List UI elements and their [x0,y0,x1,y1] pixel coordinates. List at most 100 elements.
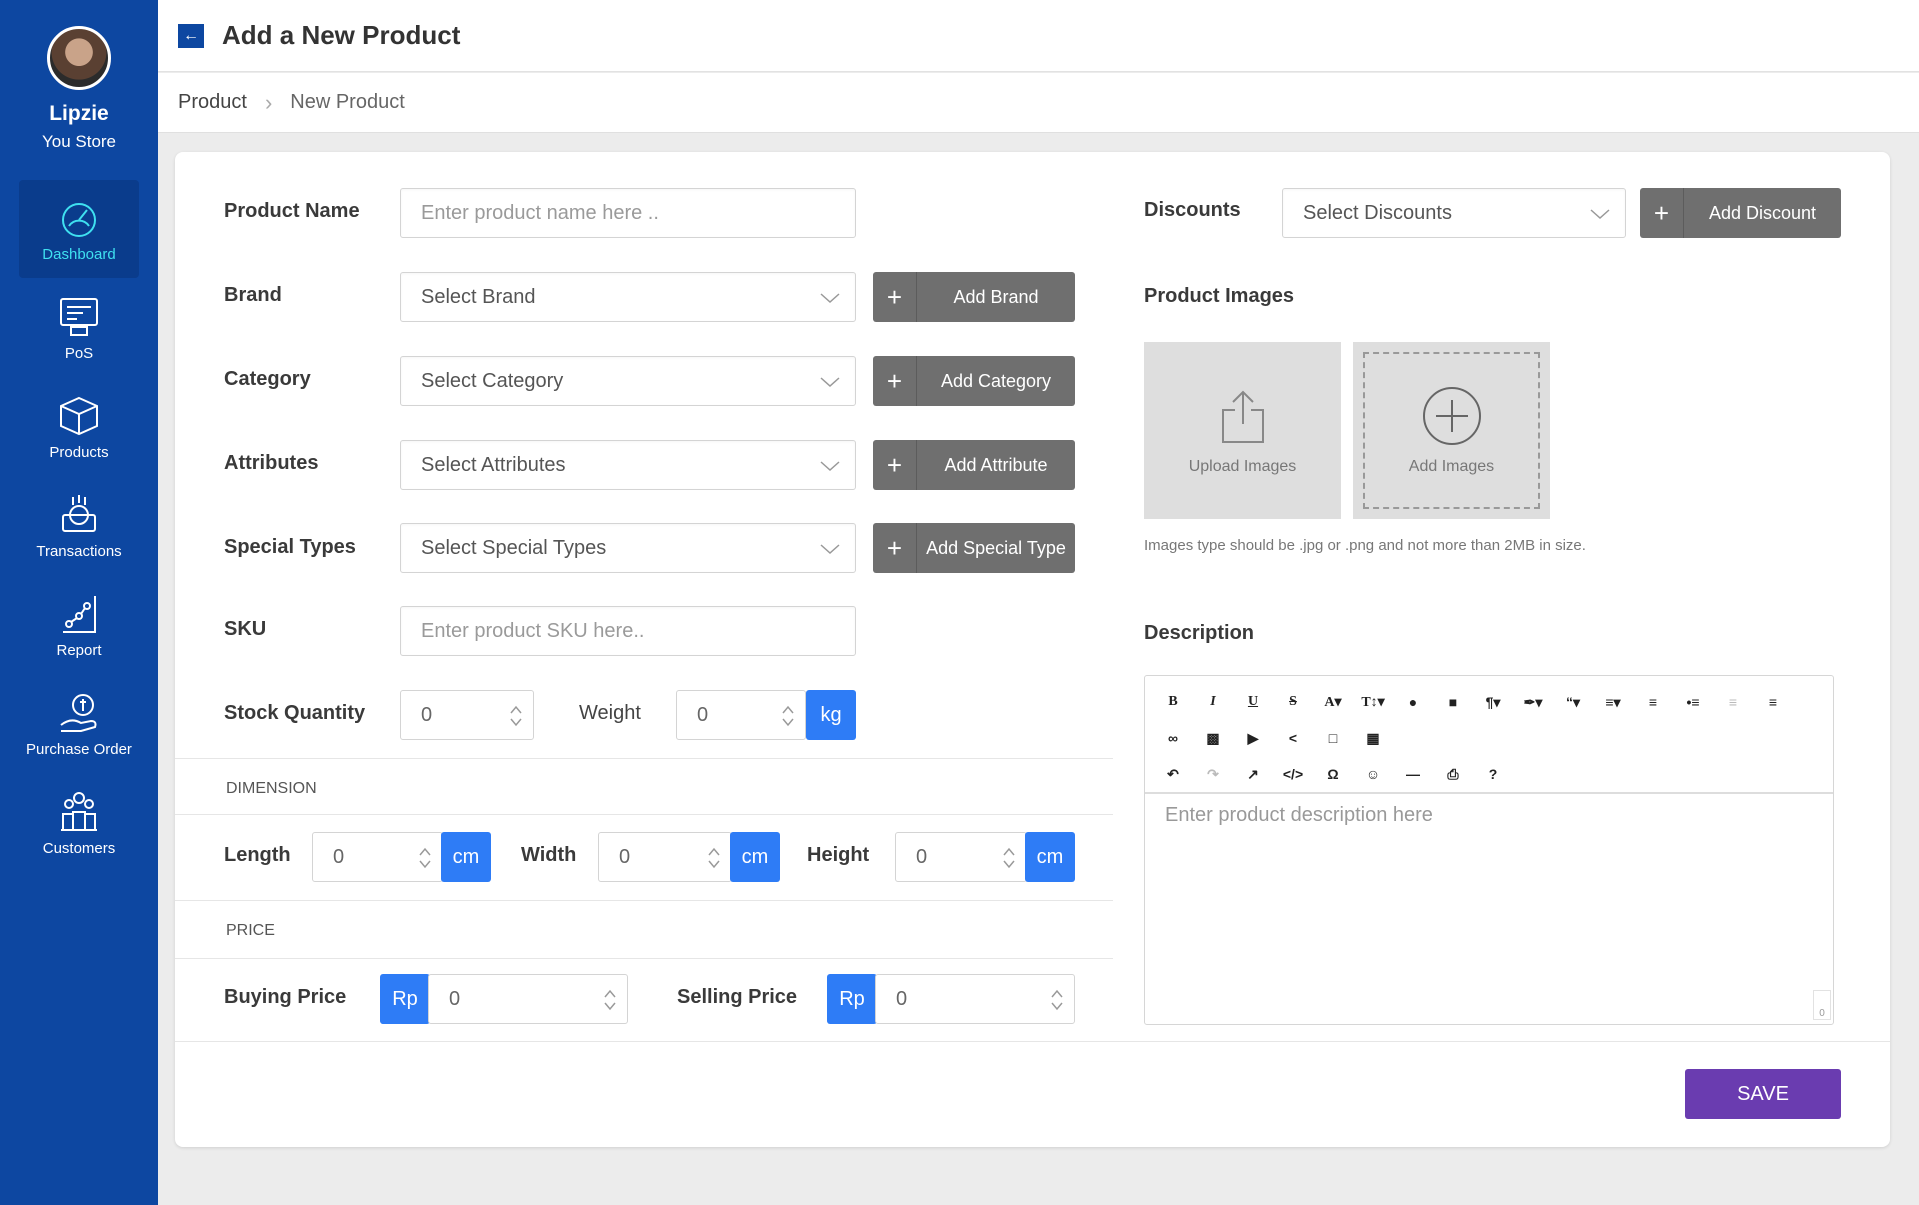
divider [175,814,1113,815]
chevron-down-icon [820,461,840,472]
quote-icon[interactable]: “▾ [1553,688,1593,716]
sku-input[interactable]: Enter product SKU here.. [400,606,856,656]
image-icon[interactable]: ▩ [1193,724,1233,752]
buying-price-input[interactable]: 0 [428,974,628,1024]
weight-input[interactable]: 0 [676,690,806,740]
description-editor[interactable]: B I U S A▾ T↕▾ ● ■ ¶▾ ✒▾ “▾ ≡▾ ≡ •≡ ≡ ≡ … [1144,675,1834,1025]
spinner-icon[interactable] [781,703,795,729]
fullscreen-icon[interactable]: ↗ [1233,760,1273,788]
paragraph-icon[interactable]: ¶▾ [1473,688,1513,716]
italic-icon[interactable]: I [1193,688,1233,716]
upload-images-label: Upload Images [1188,457,1297,475]
bold-icon[interactable]: B [1153,688,1193,716]
breadcrumb-product[interactable]: Product [178,91,247,114]
special-types-select[interactable]: Select Special Types [400,523,856,573]
undo-icon[interactable]: ↶ [1153,760,1193,788]
spinner-icon[interactable] [1002,845,1016,871]
video-icon[interactable]: ▶ [1233,724,1273,752]
editor-toolbar: B I U S A▾ T↕▾ ● ■ ¶▾ ✒▾ “▾ ≡▾ ≡ •≡ ≡ ≡ … [1145,676,1833,794]
strikethrough-icon[interactable]: S [1273,688,1313,716]
sidebar-item-report[interactable]: Report [19,576,139,674]
style-icon[interactable]: ✒▾ [1513,688,1553,716]
indent-icon[interactable]: ≡ [1753,688,1793,716]
brand-select[interactable]: Select Brand [400,272,856,322]
align-icon[interactable]: ≡▾ [1593,688,1633,716]
table-icon[interactable]: ▦ [1353,724,1393,752]
page-header: ← Add a New Product [158,0,1919,72]
height-input[interactable]: 0 [895,832,1027,882]
sidebar-item-transactions[interactable]: Transactions [19,477,139,575]
width-value: 0 [619,845,631,868]
attributes-label: Attributes [224,452,319,474]
sidebar-item-pos[interactable]: PoS [19,279,139,377]
sidebar-item-dashboard[interactable]: Dashboard [19,180,139,278]
height-value: 0 [916,845,928,868]
add-attribute-button[interactable]: + Add Attribute [873,440,1075,490]
sidebar-item-purchase-order[interactable]: Purchase Order [19,675,139,773]
selling-price-value: 0 [896,987,908,1010]
spinner-icon[interactable] [603,987,617,1013]
upload-images-tile[interactable]: Upload Images [1144,342,1341,519]
special-char-icon[interactable]: Ω [1313,760,1353,788]
code-view-icon[interactable]: </> [1273,760,1313,788]
plus-icon: + [873,523,917,573]
purchase-order-icon [60,693,97,732]
spinner-icon[interactable] [1050,987,1064,1013]
upload-icon [1221,390,1264,443]
avatar[interactable] [47,26,111,90]
link-icon[interactable]: ∞ [1153,724,1193,752]
product-name-input[interactable]: Enter product name here .. [400,188,856,238]
chevron-down-icon [1590,209,1610,220]
sidebar-nav: Dashboard PoS Products Transactions Repo… [0,180,158,872]
stock-quantity-input[interactable]: 0 [400,690,534,740]
category-select[interactable]: Select Category [400,356,856,406]
add-discount-button[interactable]: + Add Discount [1640,188,1841,238]
sidebar-item-label: Dashboard [42,245,116,263]
buying-price-currency: Rp [380,974,430,1024]
sidebar-item-products[interactable]: Products [19,378,139,476]
add-images-tile[interactable]: Add Images [1353,342,1550,519]
print-icon[interactable]: ⎙ [1433,760,1473,788]
save-button[interactable]: SAVE [1685,1069,1841,1119]
discounts-select[interactable]: Select Discounts [1282,188,1626,238]
toolbar-row: B I U S A▾ T↕▾ ● ■ ¶▾ ✒▾ “▾ ≡▾ ≡ •≡ ≡ ≡ [1153,688,1793,716]
buying-price-label: Buying Price [224,986,347,1008]
underline-icon[interactable]: U [1233,688,1273,716]
add-special-type-button[interactable]: + Add Special Type [873,523,1075,573]
dimension-section-label: DIMENSION [226,780,317,797]
width-input[interactable]: 0 [598,832,732,882]
selling-price-input[interactable]: 0 [875,974,1075,1024]
chevron-down-icon [820,293,840,304]
share-icon[interactable]: < [1273,724,1313,752]
file-icon[interactable]: □ [1313,724,1353,752]
font-family-icon[interactable]: A▾ [1313,688,1353,716]
redo-icon[interactable]: ↷ [1193,760,1233,788]
font-size-icon[interactable]: T↕▾ [1353,688,1393,716]
plus-icon: + [873,440,917,490]
add-brand-button[interactable]: + Add Brand [873,272,1075,322]
sidebar: Lipzie You Store Dashboard PoS Products … [0,0,158,1205]
price-section-label: PRICE [226,922,275,939]
unordered-list-icon[interactable]: •≡ [1673,688,1713,716]
selling-price-currency: Rp [827,974,877,1024]
transactions-icon [62,494,96,532]
spinner-icon[interactable] [418,845,432,871]
horizontal-line-icon[interactable]: — [1393,760,1433,788]
eraser-icon[interactable]: ■ [1433,688,1473,716]
color-icon[interactable]: ● [1393,688,1433,716]
category-label: Category [224,368,311,390]
length-input[interactable]: 0 [312,832,443,882]
attributes-select[interactable]: Select Attributes [400,440,856,490]
outdent-icon[interactable]: ≡ [1713,688,1753,716]
description-placeholder: Enter product description here [1165,804,1433,826]
sidebar-item-customers[interactable]: Customers [19,774,139,872]
spinner-icon[interactable] [707,845,721,871]
add-category-button[interactable]: + Add Category [873,356,1075,406]
back-button[interactable]: ← [178,23,204,48]
help-icon[interactable]: ? [1473,760,1513,788]
page-title: Add a New Product [222,20,461,50]
emoticon-icon[interactable]: ☺ [1353,760,1393,788]
spinner-icon[interactable] [509,703,523,729]
ordered-list-icon[interactable]: ≡ [1633,688,1673,716]
customers-icon [61,791,97,831]
